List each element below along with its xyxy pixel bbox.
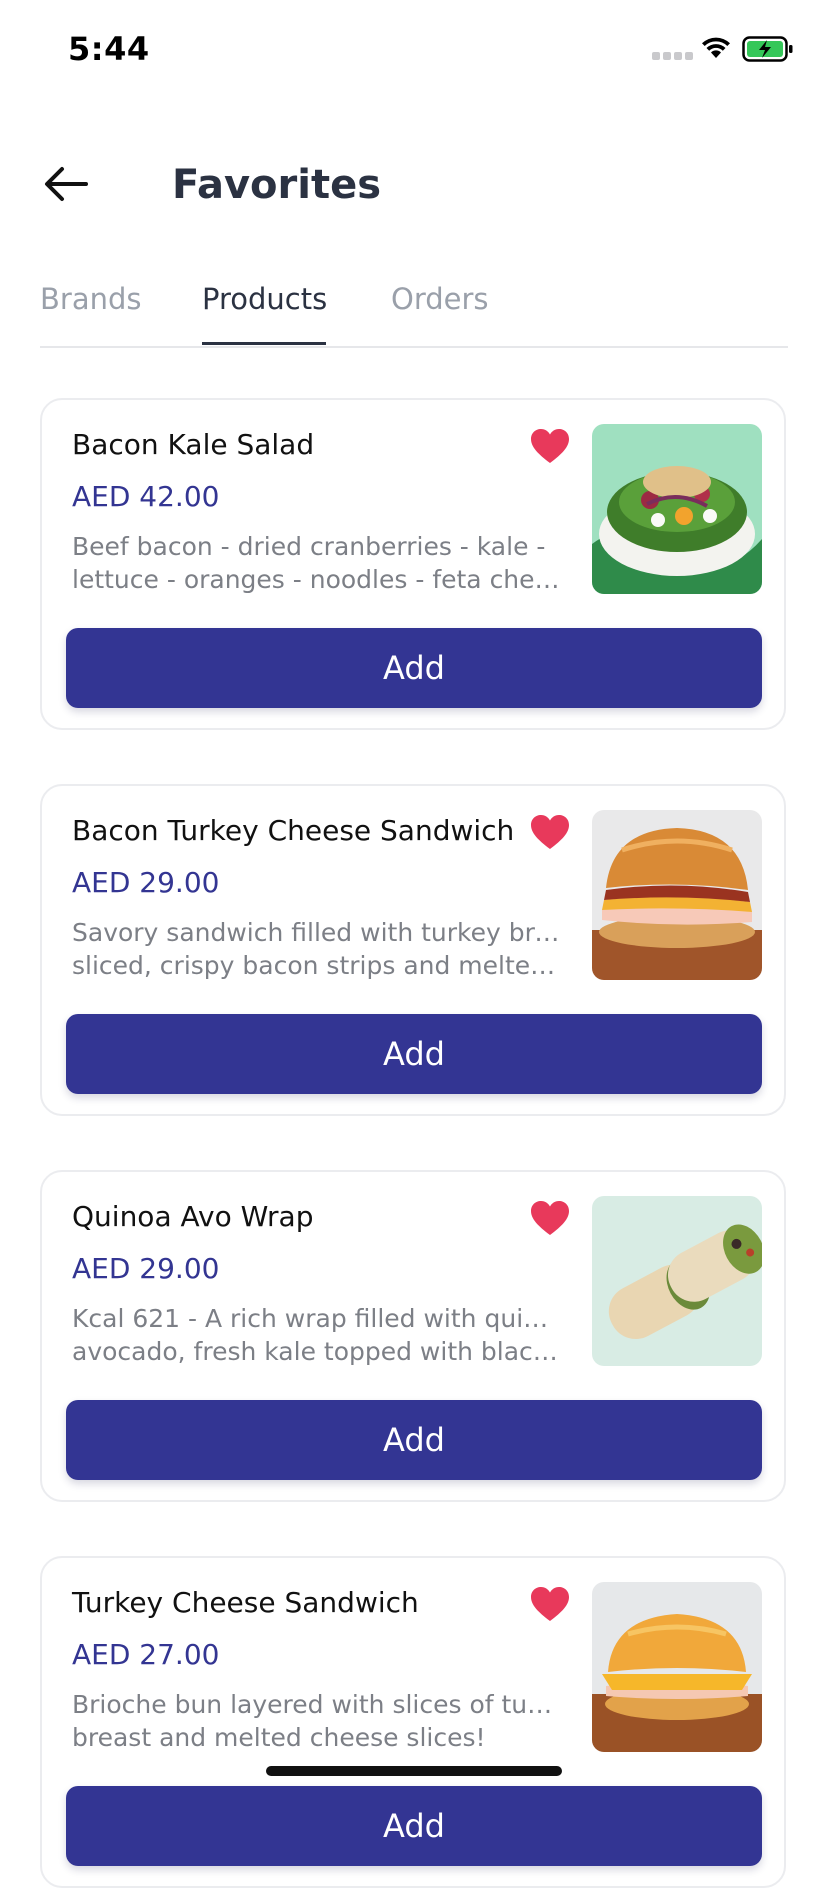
product-name: Bacon Kale Salad xyxy=(72,428,315,461)
add-button[interactable]: Add xyxy=(66,1786,762,1866)
status-bar: 5:44 xyxy=(0,0,828,100)
product-card[interactable]: Turkey Cheese Sandwich AED 27.00 Brioche… xyxy=(40,1556,786,1888)
product-description: Kcal 621 - A rich wrap filled with quino… xyxy=(72,1302,562,1368)
tab-products[interactable]: Products xyxy=(202,282,327,316)
product-price: AED 27.00 xyxy=(72,1638,220,1671)
product-description: Beef bacon - dried cranberries - kale - … xyxy=(72,530,562,596)
add-button[interactable]: Add xyxy=(66,628,762,708)
description-line: Beef bacon - dried cranberries - kale - xyxy=(72,532,546,561)
product-name: Quinoa Avo Wrap xyxy=(72,1200,314,1233)
description-line: breast and melted cheese slices! xyxy=(72,1723,486,1752)
description-line: Savory sandwich filled with turkey breas… xyxy=(72,918,562,947)
description-line: Brioche bun layered with slices of turke… xyxy=(72,1690,562,1719)
description-line: avocado, fresh kale topped with black o.… xyxy=(72,1337,562,1366)
add-button[interactable]: Add xyxy=(66,1014,762,1094)
product-name: Bacon Turkey Cheese Sandwich xyxy=(72,814,515,847)
product-image[interactable] xyxy=(592,1582,762,1752)
product-card[interactable]: Bacon Kale Salad AED 42.00 Beef bacon - … xyxy=(40,398,786,730)
back-arrow-icon[interactable] xyxy=(42,164,92,204)
wifi-icon xyxy=(702,37,730,58)
product-card[interactable]: Quinoa Avo Wrap AED 29.00 Kcal 621 - A r… xyxy=(40,1170,786,1502)
product-image[interactable] xyxy=(592,1196,762,1366)
tab-bar: Brands Products Orders xyxy=(40,282,788,348)
add-button[interactable]: Add xyxy=(66,1400,762,1480)
heart-favorite-icon[interactable] xyxy=(530,1586,570,1622)
tab-orders[interactable]: Orders xyxy=(391,282,489,316)
product-description: Brioche bun layered with slices of turke… xyxy=(72,1688,562,1754)
home-indicator xyxy=(266,1766,562,1776)
heart-favorite-icon[interactable] xyxy=(530,428,570,464)
product-price: AED 42.00 xyxy=(72,480,220,513)
product-price: AED 29.00 xyxy=(72,1252,220,1285)
status-time: 5:44 xyxy=(68,30,150,68)
battery-charging-icon xyxy=(742,36,793,62)
description-line: sliced, crispy bacon strips and melted c… xyxy=(72,951,562,980)
product-card[interactable]: Bacon Turkey Cheese Sandwich AED 29.00 S… xyxy=(40,784,786,1116)
tab-brands[interactable]: Brands xyxy=(40,282,142,316)
signal-dots-icon xyxy=(652,52,693,60)
page-title: Favorites xyxy=(172,162,382,208)
active-tab-indicator xyxy=(202,342,326,345)
description-line: lettuce - oranges - noodles - feta chee.… xyxy=(72,565,562,594)
description-line: Kcal 621 - A rich wrap filled with quino… xyxy=(72,1304,562,1333)
product-description: Savory sandwich filled with turkey breas… xyxy=(72,916,562,982)
heart-favorite-icon[interactable] xyxy=(530,1200,570,1236)
product-image[interactable] xyxy=(592,810,762,980)
product-image[interactable] xyxy=(592,424,762,594)
product-price: AED 29.00 xyxy=(72,866,220,899)
product-name: Turkey Cheese Sandwich xyxy=(72,1586,419,1619)
heart-favorite-icon[interactable] xyxy=(530,814,570,850)
